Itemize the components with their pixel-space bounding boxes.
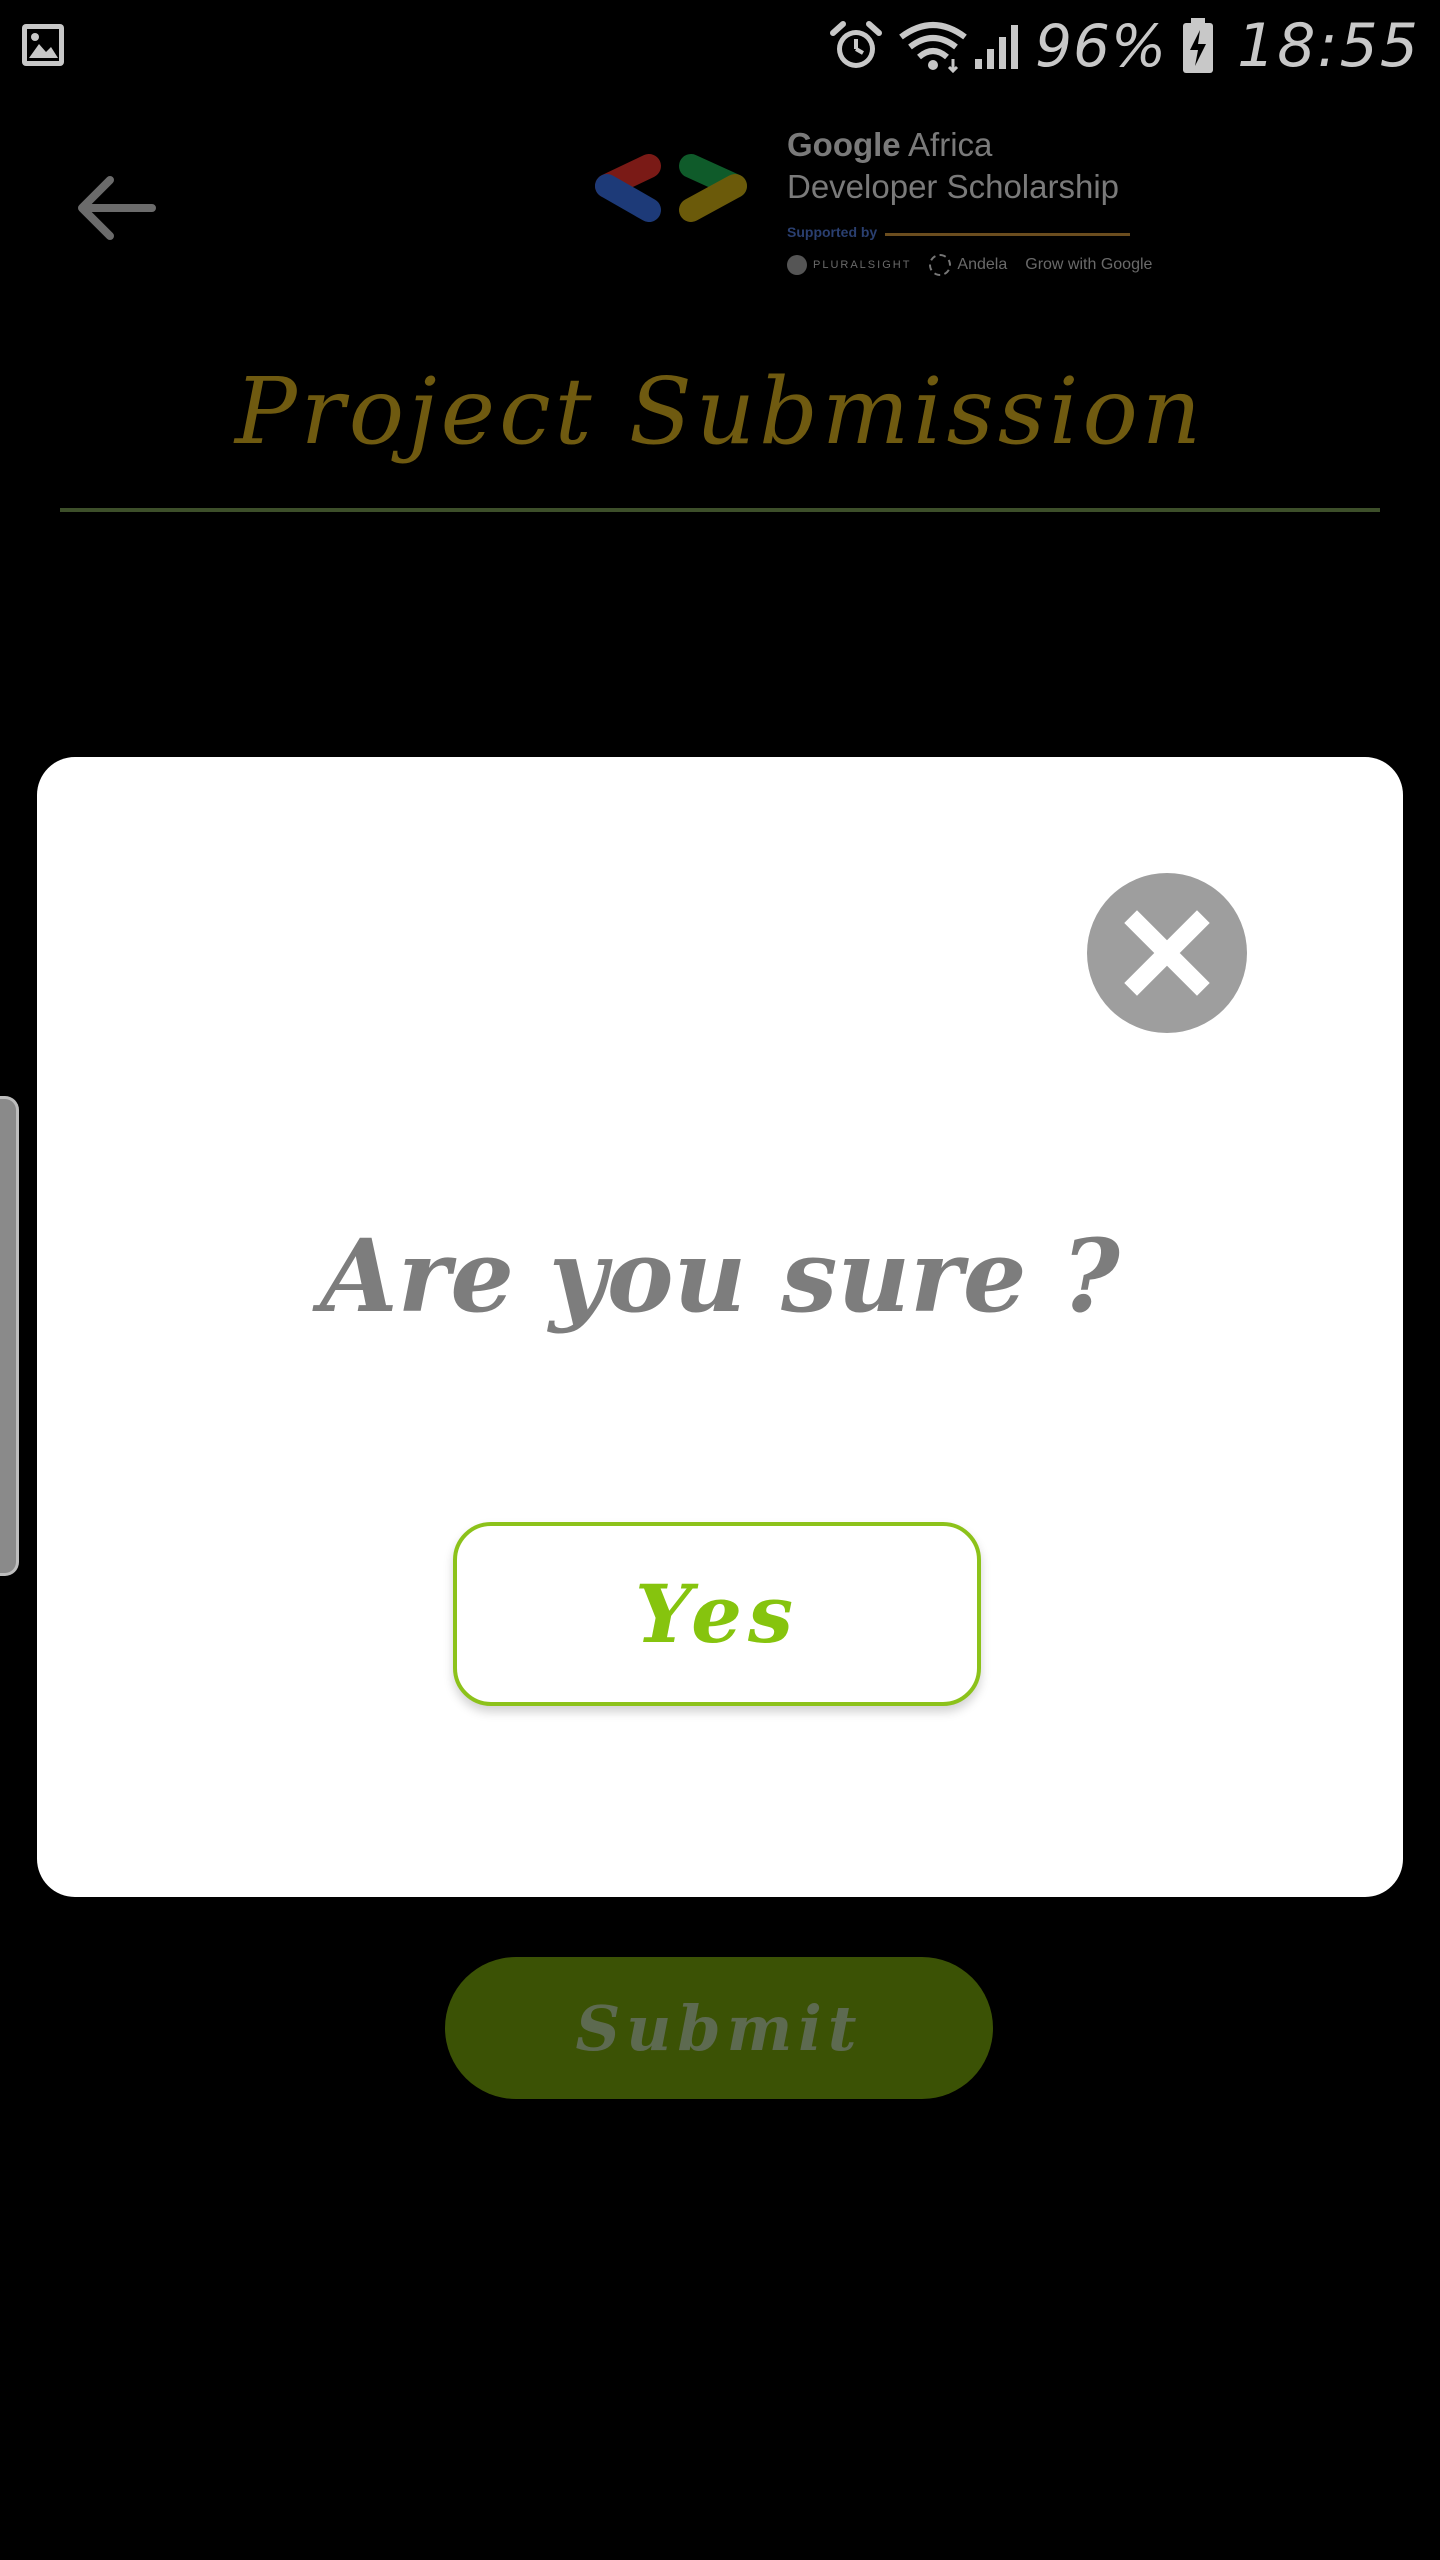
submit-button-label: Submit [575,1991,863,2065]
close-icon [1124,910,1210,996]
page-title: Project Submission [234,358,1206,465]
pluralsight-icon [787,255,807,275]
code-brackets-logo-icon [595,154,747,222]
andela-icon [929,254,952,276]
partner-pluralsight: PLURALSIGHT [787,255,911,275]
edge-panel-handle[interactable] [0,1096,19,1576]
signal-icon [975,25,1019,69]
wifi-icon [899,22,967,73]
supported-by-divider [885,233,1130,236]
alarm-icon [830,21,883,68]
supported-by-label: Supported by [787,224,878,240]
battery-charging-icon [1183,18,1214,73]
title-divider [60,508,1380,512]
confirm-dialog: Are you sure ? Yes [37,757,1403,1897]
yes-button-label: Yes [634,1567,800,1661]
logo-subtitle: Developer Scholarship [787,168,1120,205]
yes-button[interactable]: Yes [453,1522,981,1706]
status-bar: 96% 18:55 [0,0,1440,92]
dialog-question: Are you sure ? [320,1217,1120,1335]
image-icon [22,24,64,66]
close-button[interactable] [1087,873,1247,1033]
back-arrow-icon[interactable] [70,168,160,248]
battery-percentage: 96% [1035,12,1168,80]
partner-logos: PLURALSIGHT Andela Grow with Google [787,254,1152,276]
logo-title: Google Africa [787,126,993,163]
submit-button[interactable]: Submit [445,1957,993,2099]
partner-grow-with-google: Grow with Google [1025,256,1153,273]
gads-logo: Google Africa Developer Scholarship Supp… [585,120,1152,290]
clock: 18:55 [1237,11,1420,81]
partner-andela: Andela [929,254,1007,276]
